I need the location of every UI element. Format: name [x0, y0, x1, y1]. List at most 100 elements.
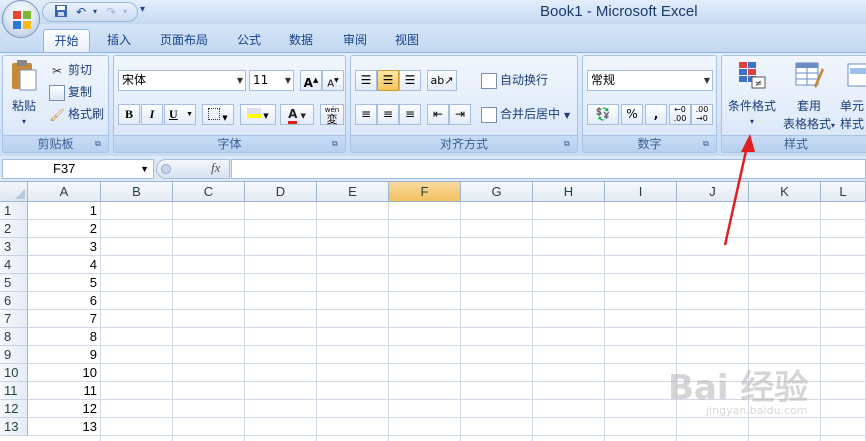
cell-a7[interactable]: 7	[29, 310, 99, 328]
italic-button[interactable]: I	[141, 104, 163, 125]
shrink-font-button[interactable]: A▼	[322, 70, 344, 91]
cell-a2[interactable]: 2	[29, 220, 99, 238]
align-right-button[interactable]: ≡	[399, 104, 421, 125]
column-header-d[interactable]: D	[245, 182, 317, 202]
row-header-12[interactable]: 12	[0, 400, 28, 418]
redo-dropdown-icon[interactable]: ▾	[117, 4, 133, 20]
row-header-9[interactable]: 9	[0, 346, 28, 364]
font-size-dropdown-icon[interactable]: ▼	[285, 71, 291, 90]
font-size-combo[interactable]: 11 ▼	[249, 70, 294, 91]
increase-decimal-icon: ←0	[674, 105, 686, 114]
borders-button[interactable]: ▼	[202, 104, 234, 125]
column-header-b[interactable]: B	[101, 182, 173, 202]
row-header-8[interactable]: 8	[0, 328, 28, 346]
customize-qat-icon[interactable]: ▾	[140, 4, 145, 15]
row-header-6[interactable]: 6	[0, 292, 28, 310]
save-icon[interactable]	[53, 4, 69, 20]
row-header-3[interactable]: 3	[0, 238, 28, 256]
number-format-dropdown-icon[interactable]: ▼	[704, 71, 710, 90]
cell-a11[interactable]: 11	[29, 382, 99, 400]
cell-a6[interactable]: 6	[29, 292, 99, 310]
accounting-format-button[interactable]: 💱	[587, 104, 619, 125]
expand-handle-icon[interactable]	[161, 164, 171, 174]
alignment-launcher-icon[interactable]: ⧉	[564, 139, 574, 149]
underline-button[interactable]: U ▼	[164, 104, 196, 125]
cell-styles-button[interactable]: 单元 样式	[838, 58, 866, 131]
format-as-table-button[interactable]: 套用 表格格式▾	[780, 58, 838, 131]
align-middle-button[interactable]: ☰	[377, 70, 399, 91]
format-painter-button[interactable]: 🖌 格式刷	[49, 104, 104, 124]
row-header-5[interactable]: 5	[0, 274, 28, 292]
cell-a8[interactable]: 8	[29, 328, 99, 346]
column-header-e[interactable]: E	[317, 182, 389, 202]
column-header-l[interactable]: L	[821, 182, 866, 202]
cell-a10[interactable]: 10	[29, 364, 99, 382]
align-bottom-button[interactable]: ☰	[399, 70, 421, 91]
fill-color-button[interactable]: ▼	[240, 104, 276, 125]
align-center-button[interactable]: ≡	[377, 104, 399, 125]
row-header-4[interactable]: 4	[0, 256, 28, 274]
column-header-g[interactable]: G	[461, 182, 533, 202]
tab-home[interactable]: 开始	[43, 29, 90, 52]
office-button[interactable]	[2, 0, 40, 38]
decrease-indent-button[interactable]: ⇤	[427, 104, 449, 125]
wrap-text-icon	[481, 72, 497, 89]
increase-indent-button[interactable]: ⇥	[449, 104, 471, 125]
row-header-7[interactable]: 7	[0, 310, 28, 328]
select-all-corner[interactable]	[0, 182, 28, 202]
cell-a12[interactable]: 12	[29, 400, 99, 418]
quick-access-toolbar: ↶ ▾ ↷ ▾	[42, 2, 138, 22]
merge-center-dropdown-icon[interactable]: ▼	[564, 111, 570, 120]
name-box-dropdown-icon[interactable]: ▼	[140, 160, 149, 178]
font-name-dropdown-icon[interactable]: ▼	[237, 71, 243, 90]
ribbon-tabs: 开始 插入 页面布局 公式 数据 审阅 视图	[0, 24, 866, 52]
undo-dropdown-icon[interactable]: ▾	[87, 4, 103, 20]
row-header-2[interactable]: 2	[0, 220, 28, 238]
column-header-c[interactable]: C	[173, 182, 245, 202]
row-header-1[interactable]: 1	[0, 202, 28, 220]
font-launcher-icon[interactable]: ⧉	[332, 139, 342, 149]
increase-decimal-button[interactable]: ←0.00	[669, 104, 691, 125]
cell-a3[interactable]: 3	[29, 238, 99, 256]
percent-style-button[interactable]: %	[621, 104, 643, 125]
row-header-10[interactable]: 10	[0, 364, 28, 382]
row-header-13[interactable]: 13	[0, 418, 28, 436]
name-box[interactable]: F37 ▼	[2, 159, 154, 179]
orientation-button[interactable]: ab↗	[427, 70, 457, 91]
copy-button[interactable]: 复制	[49, 82, 92, 102]
cell-a5[interactable]: 5	[29, 274, 99, 292]
wrap-text-button[interactable]: 自动换行	[481, 70, 548, 90]
font-color-button[interactable]: A ▼	[280, 104, 314, 125]
watermark-text: Bai 经验	[668, 368, 809, 408]
cell-a4[interactable]: 4	[29, 256, 99, 274]
column-header-i[interactable]: I	[605, 182, 677, 202]
column-header-a[interactable]: A	[28, 182, 101, 202]
cell-a9[interactable]: 9	[29, 346, 99, 364]
row-header-11[interactable]: 11	[0, 382, 28, 400]
tab-data[interactable]: 数据	[280, 29, 322, 52]
clipboard-launcher-icon[interactable]: ⧉	[95, 139, 105, 149]
number-format-combo[interactable]: 常规 ▼	[587, 70, 713, 91]
paste-dropdown-icon[interactable]: ▾	[6, 114, 42, 130]
tab-review[interactable]: 审阅	[334, 29, 376, 52]
merge-center-button[interactable]: 合并后居中 ▼	[481, 104, 570, 124]
tab-page-layout[interactable]: 页面布局	[152, 29, 216, 52]
bold-button[interactable]: B	[118, 104, 140, 125]
font-name-combo[interactable]: 宋体 ▼	[118, 70, 246, 91]
paste-button[interactable]: 粘贴 ▾	[6, 60, 42, 130]
cell-a13[interactable]: 13	[29, 418, 99, 436]
cut-button[interactable]: ✂ 剪切	[49, 60, 92, 80]
tab-view[interactable]: 视图	[386, 29, 428, 52]
tab-insert[interactable]: 插入	[98, 29, 140, 52]
comma-style-button[interactable]: ,	[645, 104, 667, 125]
cell-a1[interactable]: 1	[29, 202, 99, 220]
align-top-button[interactable]: ☰	[355, 70, 377, 91]
grow-font-button[interactable]: A▲	[300, 70, 322, 91]
column-header-h[interactable]: H	[533, 182, 605, 202]
column-header-f[interactable]: F	[389, 182, 461, 202]
phonetic-button[interactable]: wén 変	[320, 104, 344, 125]
insert-function-icon[interactable]: fx	[211, 160, 220, 176]
align-left-button[interactable]: ≡	[355, 104, 377, 125]
tab-formulas[interactable]: 公式	[228, 29, 270, 52]
alignment-group-label: 对齐方式	[351, 135, 577, 152]
